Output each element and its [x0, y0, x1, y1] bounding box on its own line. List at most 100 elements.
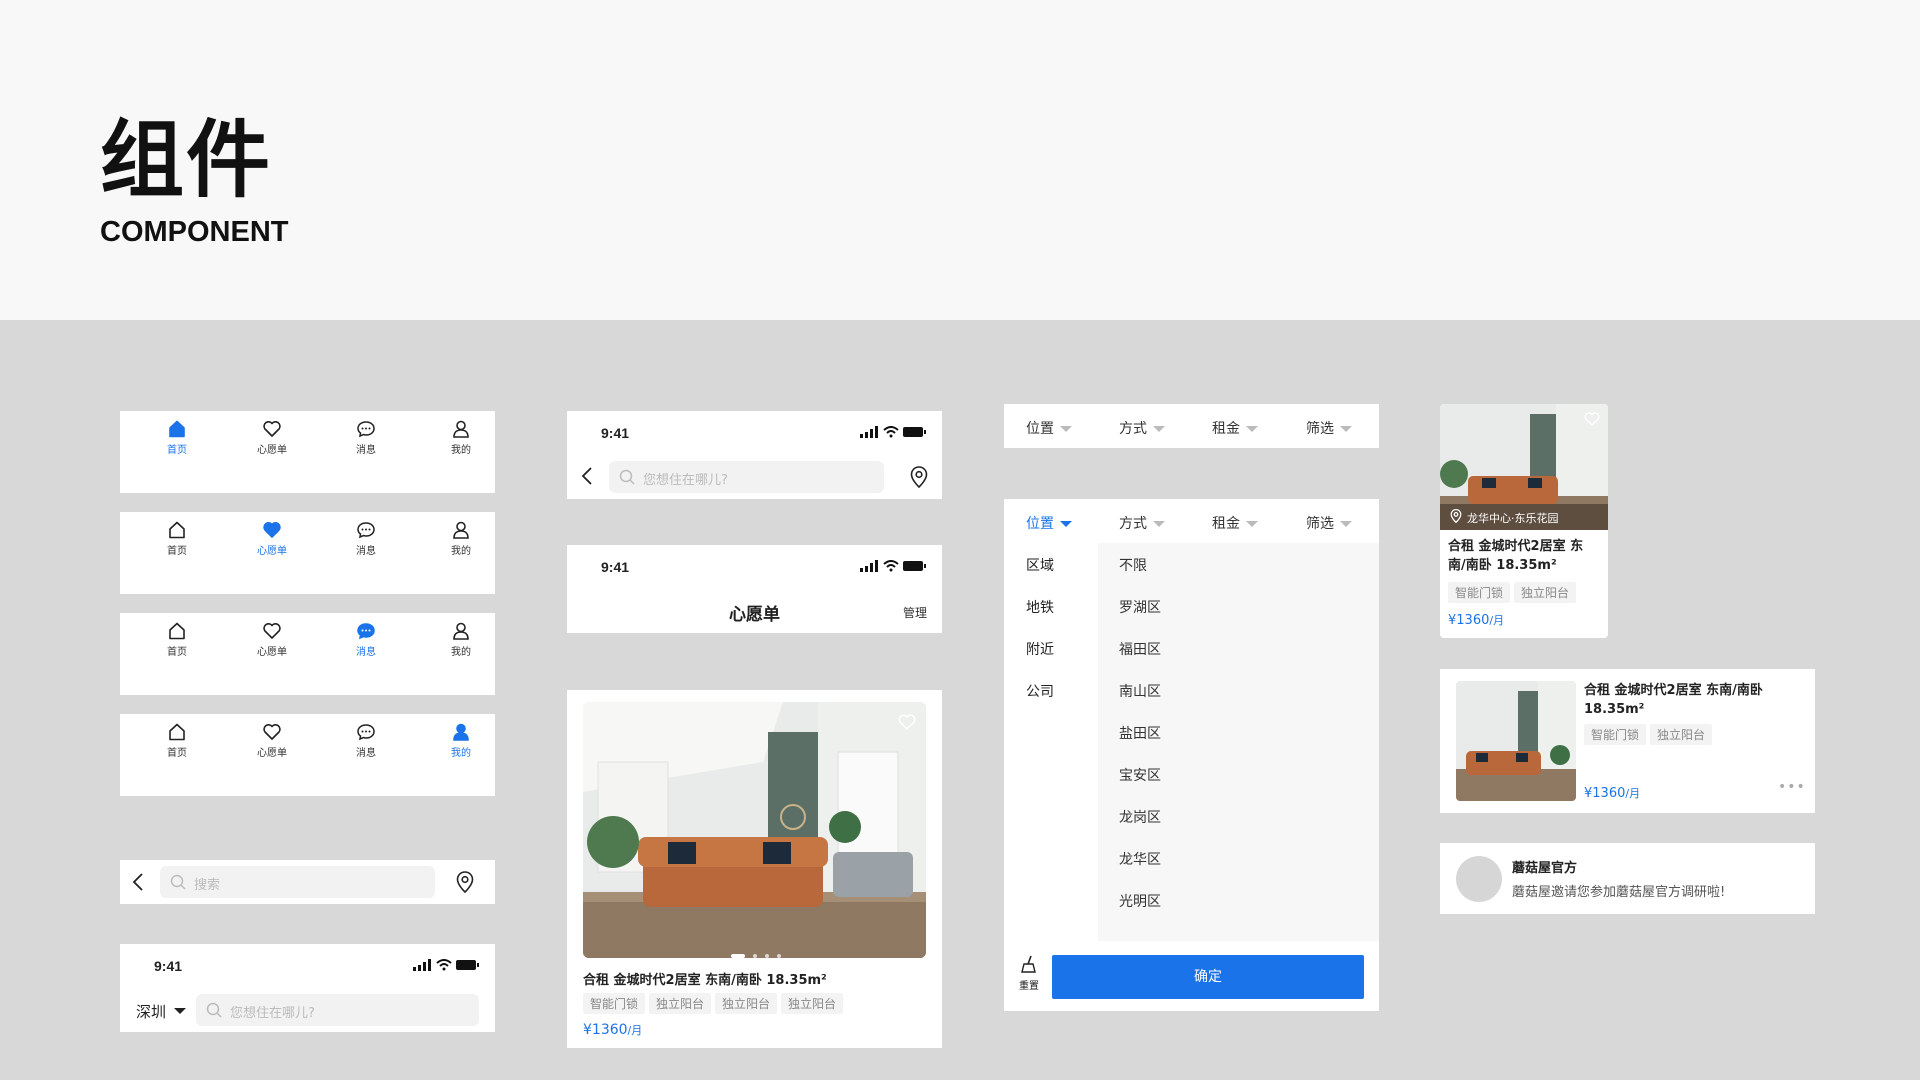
listing-price: ¥1360/月: [1584, 782, 1640, 801]
filter-rent[interactable]: 租金: [1212, 513, 1258, 533]
search-icon: [206, 1002, 222, 1018]
city-selector[interactable]: 深圳: [136, 1001, 166, 1022]
filter-mode[interactable]: 方式: [1119, 418, 1165, 438]
district-option[interactable]: 不限: [1119, 555, 1147, 575]
district-option[interactable]: 龙岗区: [1119, 807, 1161, 827]
district-option[interactable]: 龙华区: [1119, 849, 1161, 869]
city-caret-icon[interactable]: [174, 1008, 186, 1014]
tab-bar: 首页 心愿单 消息 我的: [120, 613, 495, 695]
heart-icon: [242, 419, 302, 439]
user-icon: [431, 621, 491, 641]
filter-location[interactable]: 位置: [1026, 418, 1072, 438]
district-option[interactable]: 盐田区: [1119, 723, 1161, 743]
tag: 智能门锁: [583, 993, 646, 1014]
tab-wishlist[interactable]: 心愿单: [242, 419, 302, 456]
tag: 智能门锁: [1448, 582, 1511, 603]
filter-location[interactable]: 位置: [1026, 513, 1072, 533]
search-input[interactable]: 您想住在哪儿?: [196, 994, 479, 1026]
search-placeholder: 您想住在哪儿?: [230, 1006, 315, 1021]
listing-card-large[interactable]: 合租 金城时代2居室 东南/南卧 18.35m² 智能门锁 独立阳台 独立阳台 独立阳…: [567, 690, 942, 1048]
manage-button[interactable]: 管理: [903, 604, 927, 621]
heart-icon[interactable]: [898, 714, 916, 730]
listing-card-row[interactable]: 合租 金城时代2居室 东南/南卧 18.35m² 智能门锁 独立阳台 ¥1360/…: [1440, 669, 1815, 813]
tab-label: 首页: [167, 748, 187, 759]
tab-label: 首页: [167, 546, 187, 557]
back-icon[interactable]: [132, 873, 144, 891]
tab-messages[interactable]: 消息: [336, 621, 396, 658]
filter-mode[interactable]: 方式: [1119, 513, 1165, 533]
district-option[interactable]: 光明区: [1119, 891, 1161, 911]
wishlist-nav-header: 9:41 心愿单 管理: [567, 545, 942, 633]
district-option[interactable]: 南山区: [1119, 681, 1161, 701]
tab-profile[interactable]: 我的: [431, 419, 491, 456]
tab-label: 消息: [356, 546, 376, 557]
message-item[interactable]: 蘑菇屋官方 蘑菇屋邀请您参加蘑菇屋官方调研啦!: [1440, 843, 1815, 914]
tab-wishlist[interactable]: 心愿单: [242, 621, 302, 658]
tab-label: 心愿单: [257, 546, 287, 557]
listing-card-small[interactable]: 龙华中心·东乐花园 合租 金城时代2居室 东南/南卧 18.35m² 智能门锁独…: [1440, 404, 1608, 638]
tab-messages[interactable]: 消息: [336, 520, 396, 557]
listing-photo[interactable]: 龙华中心·东乐花园: [1440, 404, 1608, 530]
home-icon: [147, 520, 207, 540]
price-value: ¥1360: [583, 1022, 628, 1038]
filter-category-item[interactable]: 附近: [1026, 639, 1054, 659]
filter-rent[interactable]: 租金: [1212, 418, 1258, 438]
search-icon: [170, 874, 186, 890]
tag: 智能门锁: [1584, 724, 1647, 745]
district-option[interactable]: 罗湖区: [1119, 597, 1161, 617]
search-input[interactable]: 搜索: [160, 866, 435, 898]
tab-profile[interactable]: 我的: [431, 520, 491, 557]
location-pin-icon[interactable]: [456, 871, 474, 893]
user-icon: [431, 520, 491, 540]
tab-wishlist[interactable]: 心愿单: [242, 722, 302, 759]
reset-button[interactable]: 重置: [1019, 955, 1039, 992]
back-icon[interactable]: [581, 467, 593, 485]
tab-home[interactable]: 首页: [147, 419, 207, 456]
confirm-button[interactable]: 确定: [1052, 955, 1364, 999]
tab-label: 首页: [167, 445, 187, 456]
tab-home[interactable]: 首页: [147, 520, 207, 557]
status-time: 9:41: [601, 559, 630, 575]
filter-panel: 位置 方式 租金 筛选 区域地铁附近公司 不限罗湖区福田区南山区盐田区宝安区龙岗…: [1004, 499, 1379, 1011]
status-icons: [413, 959, 479, 971]
search-placeholder: 您想住在哪儿?: [643, 473, 728, 488]
chat-icon: [336, 419, 396, 439]
search-input[interactable]: 您想住在哪儿?: [609, 461, 884, 493]
filter-more[interactable]: 筛选: [1306, 513, 1352, 533]
tab-messages[interactable]: 消息: [336, 722, 396, 759]
tab-messages[interactable]: 消息: [336, 419, 396, 456]
district-option[interactable]: 宝安区: [1119, 765, 1161, 785]
tab-profile[interactable]: 我的: [431, 621, 491, 658]
status-time: 9:41: [601, 425, 630, 441]
tab-bar: 首页 心愿单 消息 我的: [120, 512, 495, 594]
heart-icon[interactable]: [1584, 412, 1600, 426]
status-time: 9:41: [154, 958, 183, 974]
tab-home[interactable]: 首页: [147, 621, 207, 658]
tag: 独立阳台: [715, 993, 778, 1014]
more-icon[interactable]: •••: [1778, 779, 1806, 795]
user-icon: [431, 419, 491, 439]
page-title: 组件: [100, 111, 273, 209]
search-icon: [619, 469, 635, 485]
tab-profile[interactable]: 我的: [431, 722, 491, 759]
listing-title: 合租 金城时代2居室 东南/南卧 18.35m²: [583, 973, 827, 988]
listing-location: 龙华中心·东乐花园: [1467, 512, 1559, 525]
tab-label: 心愿单: [257, 748, 287, 759]
tab-home[interactable]: 首页: [147, 722, 207, 759]
reset-label: 重置: [1019, 981, 1039, 992]
location-pin-icon[interactable]: [910, 466, 928, 488]
listing-tags: 智能门锁 独立阳台 独立阳台 独立阳台: [583, 993, 847, 1014]
carousel-dots: [731, 943, 782, 958]
filter-category-item[interactable]: 区域: [1026, 555, 1054, 575]
listing-price: ¥1360/月: [1448, 609, 1504, 628]
filter-category-item[interactable]: 公司: [1026, 681, 1054, 701]
status-bar: 9:41: [567, 545, 942, 589]
listing-tags: 智能门锁 独立阳台: [1584, 724, 1716, 745]
filter-category-item[interactable]: 地铁: [1026, 597, 1054, 617]
district-option[interactable]: 福田区: [1119, 639, 1161, 659]
tab-wishlist[interactable]: 心愿单: [242, 520, 302, 557]
listing-photo[interactable]: [1456, 681, 1576, 801]
filter-more[interactable]: 筛选: [1306, 418, 1352, 438]
status-icons: [860, 426, 926, 438]
listing-photo[interactable]: [583, 702, 926, 958]
